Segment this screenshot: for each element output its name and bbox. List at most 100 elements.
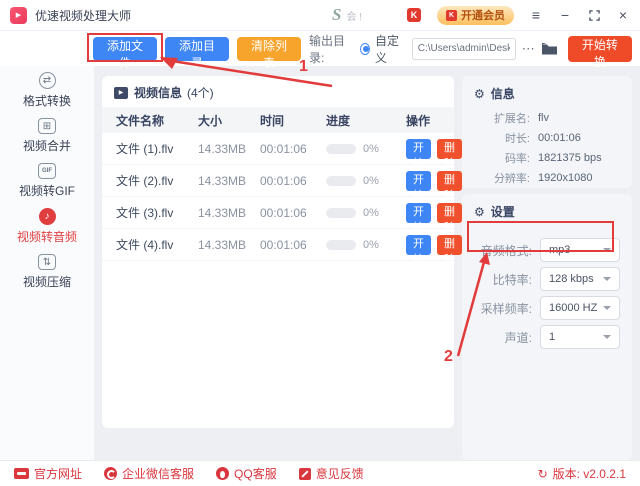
file-size: 14.33MB xyxy=(198,237,247,252)
progress-percent: 0% xyxy=(363,174,379,187)
start-convert-button[interactable]: 开始转换 xyxy=(567,35,633,69)
delete-button[interactable]: 删除 xyxy=(437,234,462,266)
progress-bar xyxy=(326,207,356,218)
video-compress-icon: ⇅ xyxy=(38,254,56,270)
col-name: 文件名称 xyxy=(116,113,165,128)
sidebar-item-format-convert[interactable]: ⇄ 格式转换 xyxy=(0,72,94,109)
maximize-icon[interactable] xyxy=(587,8,601,22)
info-field: 扩展名: flv xyxy=(493,112,549,125)
video-to-gif-icon: GIF xyxy=(38,163,56,179)
setting-row: 音频格式: mp3 xyxy=(472,238,620,262)
clear-list-button[interactable]: 清除列表 xyxy=(237,36,302,70)
close-icon[interactable]: × xyxy=(616,8,630,22)
progress-bar xyxy=(326,143,356,154)
setting-row: 声道: 1 xyxy=(472,325,620,349)
video-merge-icon: ⊞ xyxy=(38,118,56,134)
version-label: 版本: v2.0.2.1 xyxy=(552,467,626,481)
app-logo-icon: ▶ xyxy=(10,6,27,24)
progress-percent: 0% xyxy=(363,142,379,155)
footer-link-web[interactable]: 官方网址 xyxy=(14,465,82,482)
file-count: (4个) xyxy=(187,86,214,100)
info-field: 分辨率: 1920x1080 xyxy=(493,172,593,185)
content: ▶ 视频信息 (4个) 文件名称 大小 时间 进度 操作 文件 (1).flv … xyxy=(95,66,640,460)
browse-more-button[interactable]: ⋯ xyxy=(522,41,535,57)
progress-cell: 0% xyxy=(326,175,406,187)
chevron-down-icon xyxy=(603,248,611,252)
toolbar: 添加文件 添加目录 清除列表 输出目录: 自定义 ⋯ 开始转换 xyxy=(0,30,640,70)
setting-select[interactable]: 16000 HZ xyxy=(540,296,620,320)
footer-link-fb[interactable]: 意见反馈 xyxy=(298,465,364,482)
file-duration: 00:01:06 xyxy=(260,173,307,188)
vip-mini-icon: K xyxy=(446,9,457,21)
video-to-audio-icon: ♪ xyxy=(38,208,56,225)
video-info-icon: ▶ xyxy=(114,86,128,99)
progress-cell: 0% xyxy=(326,143,406,155)
start-button[interactable]: 开始 xyxy=(406,138,431,170)
chevron-down-icon xyxy=(603,306,611,310)
add-file-button[interactable]: 添加文件 xyxy=(93,36,158,70)
table-row: 文件 (4).flv 14.33MB 00:01:06 0% 开始 删除 xyxy=(102,229,462,266)
setting-row: 比特率: 128 kbps xyxy=(472,267,620,291)
file-size: 14.33MB xyxy=(198,173,247,188)
app-title: 优速视频处理大师 xyxy=(35,8,132,23)
sidebar-item-video-merge[interactable]: ⊞ 视频合并 xyxy=(0,118,94,154)
settings-rows: 音频格式: mp3 比特率: 128 kbps 采样频率: 16000 HZ 声… xyxy=(462,238,632,349)
footer-link-qq[interactable]: QQ客服 xyxy=(216,465,277,482)
info-field: 码率: 1821375 bps xyxy=(504,152,602,165)
footer: 官方网址 企业微信客服 QQ客服 意见反馈 ↻ 版本: v2.0.2.1 xyxy=(0,460,640,486)
sidebar-item-video-to-audio[interactable]: ♪ 视频转音频 xyxy=(0,208,94,245)
app-window: ▶ 优速视频处理大师 S 会 ! K K 开通会员 ≡ − × 添加文件 添加目… xyxy=(0,0,640,486)
settings-card: ⚙ 设置 音频格式: mp3 比特率: 128 kbps 采样频率: 16000… xyxy=(462,194,632,460)
footer-link-wechat[interactable]: 企业微信客服 xyxy=(104,465,194,482)
qq-service-icon xyxy=(216,467,230,480)
version-info: ↻ 版本: v2.0.2.1 xyxy=(538,465,626,482)
setting-row: 采样频率: 16000 HZ xyxy=(472,296,620,320)
chevron-down-icon xyxy=(603,277,611,281)
delete-button[interactable]: 删除 xyxy=(437,170,462,202)
delete-button[interactable]: 删除 xyxy=(437,202,462,234)
info-fields: 扩展名: flv 时长: 00:01:06 码率: 1821375 bps 分辨… xyxy=(462,108,632,188)
file-name: 文件 (1).flv xyxy=(116,142,174,156)
open-vip-button[interactable]: K 开通会员 xyxy=(437,5,514,25)
progress-cell: 0% xyxy=(326,207,406,219)
setting-select[interactable]: 128 kbps xyxy=(540,267,620,291)
file-duration: 00:01:06 xyxy=(260,205,307,220)
custom-radio-label: 自定义 xyxy=(374,33,399,65)
progress-bar xyxy=(326,239,356,250)
chevron-down-icon xyxy=(603,335,611,339)
body: ⇄ 格式转换 ⊞ 视频合并 GIF 视频转GIF ♪ 视频转音频 ⇅ 视频压缩 … xyxy=(0,66,640,460)
file-size: 14.33MB xyxy=(198,205,247,220)
video-info-panel: ▶ 视频信息 (4个) 文件名称 大小 时间 进度 操作 文件 (1).flv … xyxy=(102,76,462,428)
start-button[interactable]: 开始 xyxy=(406,234,431,266)
start-button[interactable]: 开始 xyxy=(406,170,431,202)
vip-icon[interactable]: K xyxy=(407,8,421,22)
sidebar: ⇄ 格式转换 ⊞ 视频合并 GIF 视频转GIF ♪ 视频转音频 ⇅ 视频压缩 xyxy=(0,66,95,460)
info-card: ⚙ 信息 扩展名: flv 时长: 00:01:06 码率: 1821375 b… xyxy=(462,76,632,188)
table-row: 文件 (2).flv 14.33MB 00:01:06 0% 开始 删除 xyxy=(102,165,462,202)
info-field: 时长: 00:01:06 xyxy=(504,132,581,145)
file-duration: 00:01:06 xyxy=(260,141,307,156)
file-size: 14.33MB xyxy=(198,141,247,156)
start-button[interactable]: 开始 xyxy=(406,202,431,234)
minimize-icon[interactable]: − xyxy=(558,8,572,22)
col-size: 大小 xyxy=(198,113,223,128)
setting-select[interactable]: 1 xyxy=(540,325,620,349)
custom-radio[interactable] xyxy=(360,42,370,55)
gear-icon: ⚙ xyxy=(474,86,485,101)
sidebar-item-video-compress[interactable]: ⇅ 视频压缩 xyxy=(0,254,94,290)
website-icon xyxy=(14,468,29,479)
right-column: ⚙ 信息 扩展名: flv 时长: 00:01:06 码率: 1821375 b… xyxy=(462,76,632,460)
output-path-input[interactable] xyxy=(411,37,516,60)
add-directory-button[interactable]: 添加目录 xyxy=(165,36,230,70)
watermark-logo: S 会 ! xyxy=(332,5,363,24)
file-name: 文件 (3).flv xyxy=(116,206,174,220)
setting-select[interactable]: mp3 xyxy=(540,238,620,262)
refresh-icon[interactable]: ↻ xyxy=(538,467,548,481)
progress-cell: 0% xyxy=(326,239,406,251)
open-folder-icon[interactable] xyxy=(541,42,558,55)
col-time: 时间 xyxy=(260,113,285,128)
menu-icon[interactable]: ≡ xyxy=(529,8,543,22)
sidebar-item-video-to-gif[interactable]: GIF 视频转GIF xyxy=(0,163,94,199)
table-row: 文件 (3).flv 14.33MB 00:01:06 0% 开始 删除 xyxy=(102,197,462,234)
delete-button[interactable]: 删除 xyxy=(437,138,462,170)
